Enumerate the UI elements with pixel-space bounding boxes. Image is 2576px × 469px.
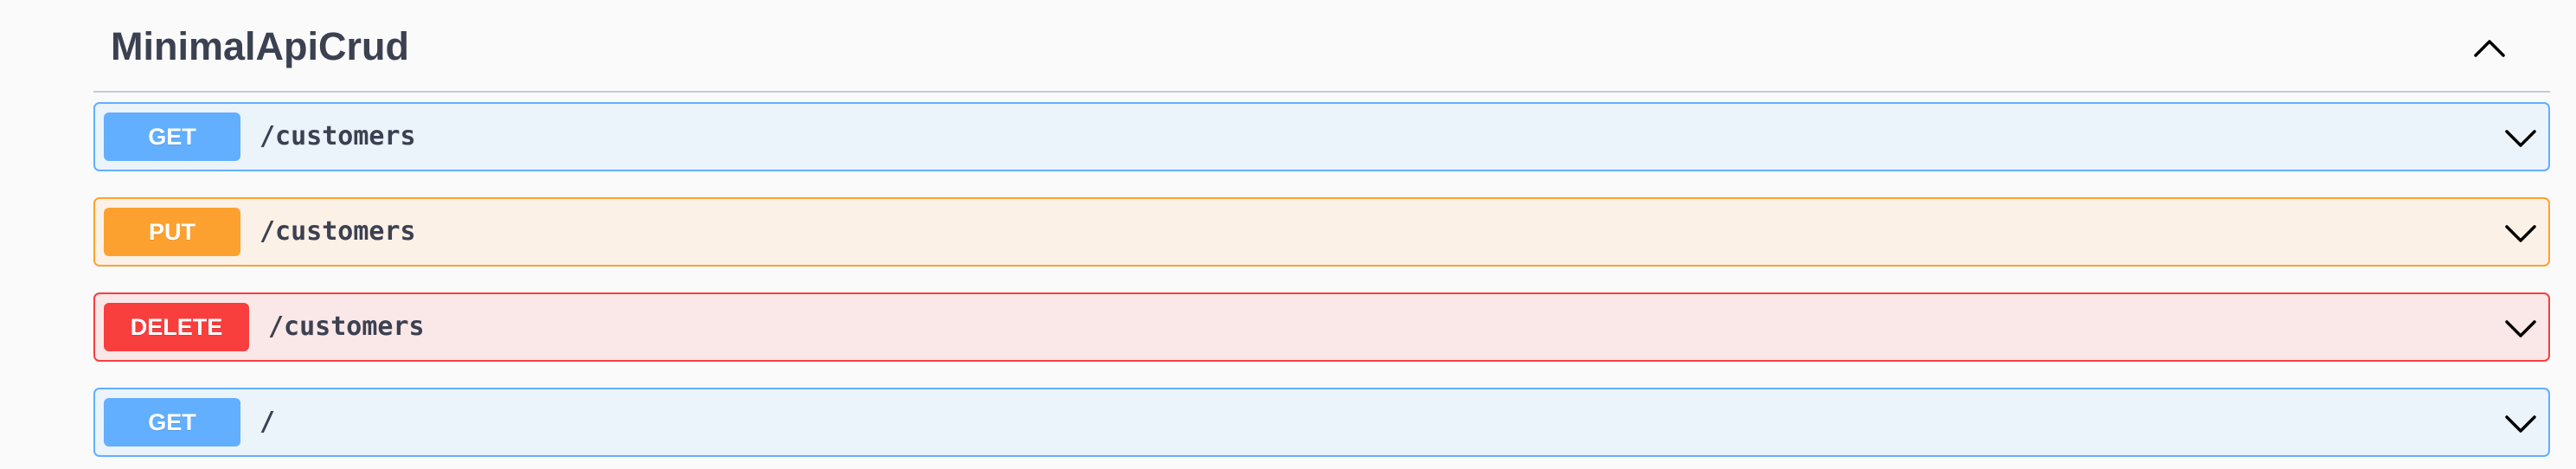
chevron-down-icon[interactable]: [2503, 218, 2538, 247]
operation-path: /customers: [268, 312, 425, 342]
operation-get-root[interactable]: GET /: [93, 388, 2550, 457]
operation-path: /customers: [260, 121, 416, 151]
chevron-down-icon[interactable]: [2503, 123, 2538, 152]
tag-title: MinimalApiCrud: [111, 24, 409, 68]
tag-header[interactable]: MinimalApiCrud: [93, 0, 2550, 93]
chevron-up-icon: [2474, 40, 2505, 57]
chevron-down-icon[interactable]: [2503, 408, 2538, 438]
chevron-down-icon[interactable]: [2503, 313, 2538, 343]
operation-path: /customers: [260, 216, 416, 247]
method-badge: GET: [104, 112, 240, 161]
api-tag-section: MinimalApiCrud GET /customers PUT /custo…: [93, 0, 2550, 457]
method-badge: DELETE: [104, 303, 249, 351]
method-badge: GET: [104, 398, 240, 447]
method-badge: PUT: [104, 208, 240, 256]
operation-get-customers[interactable]: GET /customers: [93, 102, 2550, 171]
collapse-tag-button[interactable]: [2470, 31, 2509, 62]
operation-put-customers[interactable]: PUT /customers: [93, 197, 2550, 267]
operation-delete-customers[interactable]: DELETE /customers: [93, 292, 2550, 362]
operation-path: /: [260, 407, 276, 437]
